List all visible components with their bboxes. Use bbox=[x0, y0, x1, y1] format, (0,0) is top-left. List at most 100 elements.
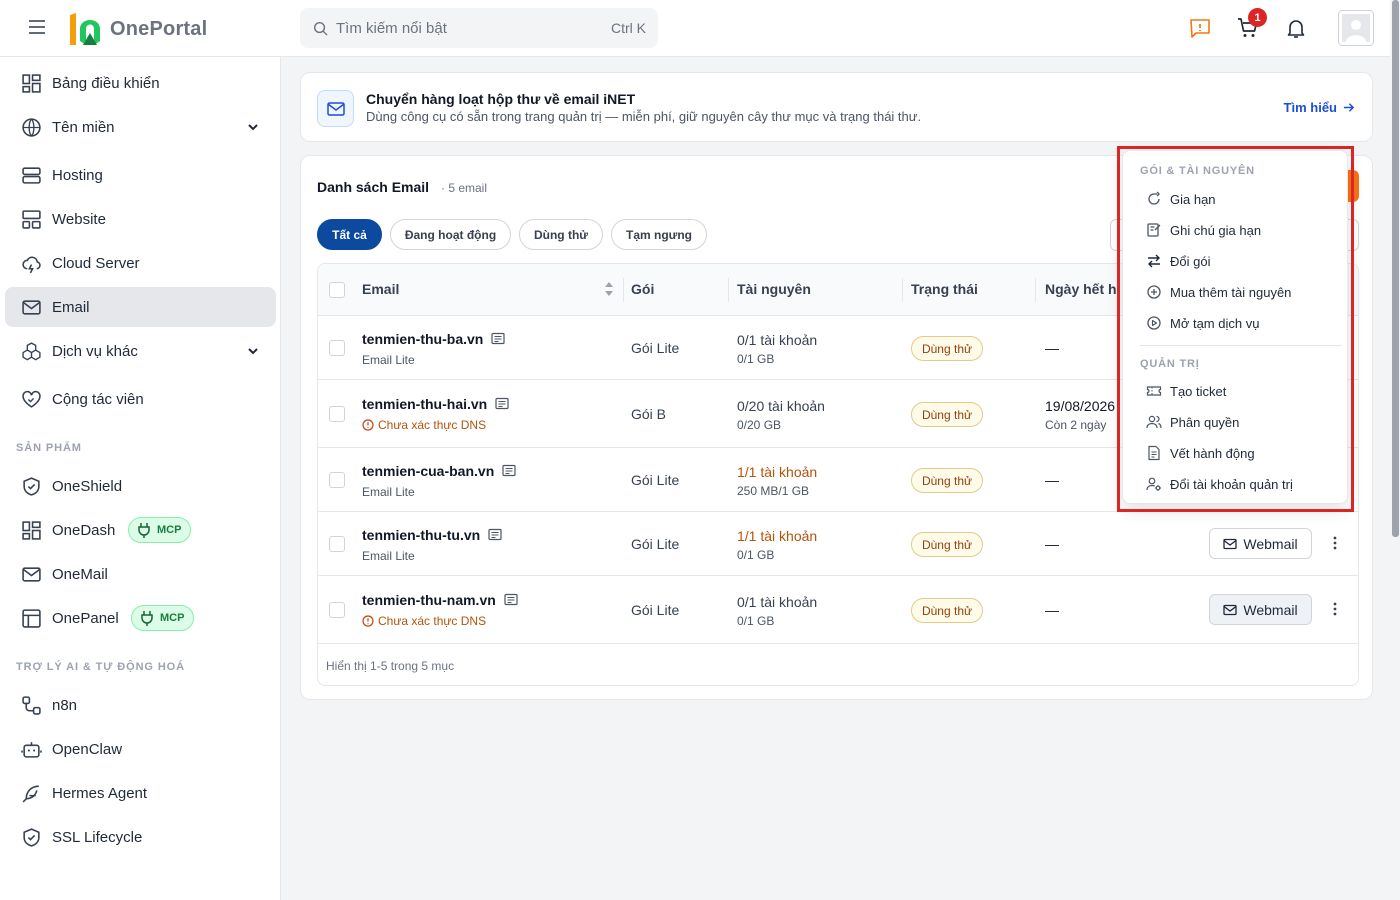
filter-active[interactable]: Đang hoạt động bbox=[390, 219, 511, 250]
globe-icon bbox=[22, 117, 41, 137]
row-storage: 0/1 GB bbox=[737, 352, 775, 366]
sort-icon[interactable] bbox=[604, 281, 614, 297]
bell-icon[interactable] bbox=[1284, 16, 1308, 40]
select-all-checkbox[interactable] bbox=[329, 282, 345, 298]
feedback-icon[interactable] bbox=[1188, 16, 1212, 40]
menu-item-permissions[interactable]: Phân quyền bbox=[1129, 408, 1343, 436]
row-checkbox[interactable] bbox=[329, 602, 345, 618]
play-circle-icon bbox=[1147, 316, 1161, 330]
server-icon bbox=[22, 166, 41, 184]
top-header: OnePortal Tìm kiếm nổi bật Ctrl K 1 bbox=[0, 0, 1400, 57]
list-count: · 5 email bbox=[441, 181, 488, 195]
app-logo[interactable]: OnePortal bbox=[66, 11, 207, 47]
row-checkbox[interactable] bbox=[329, 472, 345, 488]
table-row[interactable]: tenmien-thu-nam.vn Chưa xác thực DNS Gói… bbox=[318, 576, 1358, 644]
webmail-button[interactable]: Webmail bbox=[1209, 594, 1312, 625]
menu-divider bbox=[1140, 345, 1342, 346]
banner-description: Dùng công cụ có sẵn trong trang quản trị… bbox=[366, 109, 922, 124]
alert-circle-icon bbox=[362, 419, 374, 431]
bot-icon bbox=[21, 741, 42, 758]
row-expiry: 19/08/2026 bbox=[1045, 398, 1116, 414]
swap-icon bbox=[1148, 254, 1160, 268]
sidebar-item-onedash[interactable]: OneDash MCP bbox=[5, 510, 276, 550]
sidebar-item-onemail[interactable]: OneMail bbox=[5, 554, 276, 594]
row-domain[interactable]: tenmien-thu-hai.vn bbox=[362, 396, 509, 412]
note-icon[interactable] bbox=[491, 332, 505, 346]
sidebar-item-cloud-server[interactable]: Cloud Server bbox=[5, 243, 276, 283]
users-icon bbox=[1146, 415, 1162, 429]
sidebar-item-label: n8n bbox=[52, 696, 78, 714]
row-domain[interactable]: tenmien-thu-ba.vn bbox=[362, 331, 505, 347]
learn-more-link[interactable]: Tìm hiểu bbox=[1284, 100, 1355, 115]
mail-icon bbox=[22, 299, 41, 315]
status-badge: Dùng thử bbox=[911, 598, 983, 623]
banner-mail-icon bbox=[317, 90, 354, 127]
filter-suspended[interactable]: Tạm ngưng bbox=[611, 219, 707, 250]
row-expiry-remaining: Còn 2 ngày bbox=[1045, 418, 1107, 432]
sidebar-item-label: Email bbox=[52, 298, 90, 316]
row-more-button[interactable] bbox=[1327, 534, 1343, 552]
sidebar-item-website[interactable]: Website bbox=[5, 199, 276, 239]
row-accounts: 0/1 tài khoản bbox=[737, 332, 818, 348]
search-bar[interactable]: Tìm kiếm nổi bật Ctrl K bbox=[300, 8, 658, 48]
note-icon[interactable] bbox=[502, 464, 516, 478]
row-accounts: 0/20 tài khoản bbox=[737, 398, 825, 414]
row-plan: Gói B bbox=[631, 406, 667, 422]
table-row[interactable]: tenmien-thu-tu.vn Email Lite Gói Lite 1/… bbox=[318, 512, 1358, 576]
sidebar-item-label: OnePanel bbox=[52, 609, 119, 627]
scrollbar-thumb[interactable] bbox=[1392, 0, 1399, 537]
avatar[interactable] bbox=[1338, 10, 1374, 46]
sidebar-item-n8n[interactable]: n8n bbox=[5, 685, 276, 725]
plug-icon bbox=[141, 611, 153, 626]
alert-circle-icon bbox=[362, 615, 374, 627]
row-domain[interactable]: tenmien-cua-ban.vn bbox=[362, 463, 516, 479]
dns-warning: Chưa xác thực DNS bbox=[362, 418, 486, 432]
row-checkbox[interactable] bbox=[329, 536, 345, 552]
shield-check-icon bbox=[23, 476, 40, 496]
section-title-products: SẢN PHẨM bbox=[16, 442, 82, 454]
menu-item-buy-resources[interactable]: Mua thêm tài nguyên bbox=[1129, 278, 1343, 306]
file-text-icon bbox=[1148, 445, 1160, 461]
note-icon[interactable] bbox=[488, 528, 502, 542]
menu-icon[interactable] bbox=[28, 18, 46, 36]
sidebar-item-label: Cộng tác viên bbox=[52, 390, 144, 408]
menu-item-renewal-note[interactable]: Ghi chú gia hạn bbox=[1129, 216, 1343, 244]
menu-item-change-plan[interactable]: Đổi gói bbox=[1129, 247, 1343, 275]
pagination-info: Hiển thị 1-5 trong 5 mục bbox=[326, 659, 455, 673]
filter-all[interactable]: Tất cả bbox=[317, 219, 382, 250]
sidebar-item-onepanel[interactable]: OnePanel MCP bbox=[5, 598, 276, 638]
note-icon[interactable] bbox=[495, 397, 509, 411]
row-domain[interactable]: tenmien-thu-tu.vn bbox=[362, 527, 502, 543]
sidebar-item-ssl-lifecycle[interactable]: SSL Lifecycle bbox=[5, 817, 276, 857]
sidebar-item-email[interactable]: Email bbox=[5, 287, 276, 327]
row-domain[interactable]: tenmien-thu-nam.vn bbox=[362, 592, 518, 608]
plug-icon bbox=[138, 523, 150, 538]
migration-banner: Chuyển hàng loạt hộp thư về email iNET D… bbox=[300, 72, 1373, 142]
more-vertical-icon bbox=[1333, 536, 1337, 550]
row-checkbox[interactable] bbox=[329, 406, 345, 422]
sidebar-item-openclaw[interactable]: OpenClaw bbox=[5, 729, 276, 769]
layout-icon bbox=[22, 209, 41, 229]
user-avatar-icon bbox=[1342, 14, 1370, 42]
sidebar-item-affiliate[interactable]: Cộng tác viên bbox=[5, 379, 276, 419]
sidebar-item-hermes-agent[interactable]: Hermes Agent bbox=[5, 773, 276, 813]
menu-item-resume-service[interactable]: Mở tạm dịch vụ bbox=[1129, 309, 1343, 337]
webmail-button[interactable]: Webmail bbox=[1209, 528, 1312, 559]
menu-item-activity-log[interactable]: Vết hành động bbox=[1129, 439, 1343, 467]
row-more-button[interactable] bbox=[1327, 600, 1343, 618]
menu-item-change-admin[interactable]: Đổi tài khoản quản trị bbox=[1129, 470, 1343, 498]
sidebar-item-domains[interactable]: Tên miền bbox=[5, 107, 276, 147]
sidebar-item-hosting[interactable]: Hosting bbox=[5, 155, 276, 195]
row-checkbox[interactable] bbox=[329, 340, 345, 356]
row-expiry: — bbox=[1045, 472, 1059, 488]
sidebar-item-oneshield[interactable]: OneShield bbox=[5, 466, 276, 506]
row-storage: 250 MB/1 GB bbox=[737, 484, 810, 498]
menu-item-renew[interactable]: Gia hạn bbox=[1129, 185, 1343, 213]
menu-item-create-ticket[interactable]: Tạo ticket bbox=[1129, 377, 1343, 405]
filter-trial[interactable]: Dùng thử bbox=[519, 219, 603, 250]
row-plan: Gói Lite bbox=[631, 602, 680, 618]
sidebar-item-dashboard[interactable]: Bảng điều khiển bbox=[5, 63, 276, 103]
note-icon[interactable] bbox=[504, 593, 518, 607]
column-email[interactable]: Email bbox=[362, 281, 399, 297]
sidebar-item-other-services[interactable]: Dịch vụ khác bbox=[5, 331, 276, 371]
